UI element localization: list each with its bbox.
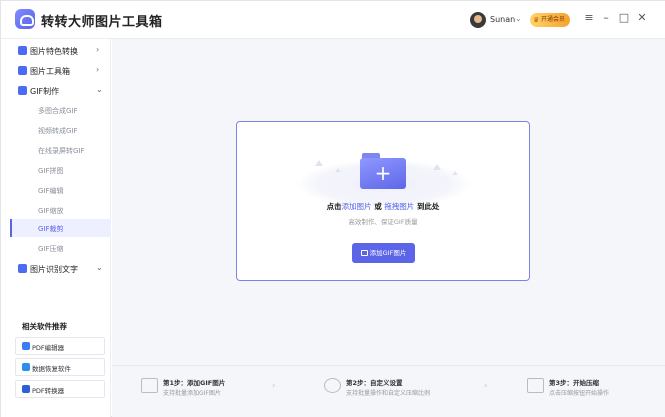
chevron-right-icon: › [484, 381, 488, 391]
pdf-converter-icon [22, 385, 30, 393]
sidebar-subitem-gif-crop[interactable]: GIF裁剪 [10, 219, 111, 237]
recommend-label: 数据恢复软件 [32, 365, 71, 373]
step-title: 第3步：开始压缩 [549, 379, 600, 387]
chevron-right-icon: › [96, 65, 100, 74]
sidebar-item-gif[interactable]: GIF制作 ⌄ [1, 81, 111, 101]
decorative-triangle [315, 160, 323, 166]
sidebar-item-label: 图片识别文字 [30, 265, 78, 274]
sidebar-subitem-label: 视频转成GIF [38, 127, 78, 135]
vip-label: 开通会员 [541, 16, 566, 23]
sidebar-subitem-screen-record-gif[interactable]: 在线录屏转GIF [10, 141, 111, 159]
sidebar-item-image-convert[interactable]: 图片特色转换 › [1, 41, 111, 61]
chevron-right-icon: › [96, 45, 100, 54]
crown-icon: ♛ [533, 16, 540, 24]
decorative-triangle [433, 164, 441, 170]
image-icon [141, 378, 158, 393]
main-content: + 点击添加图片 或 拖拽图片 到此处 高效制作、保证GIF质量 添加GIF图片 [112, 39, 665, 365]
app-logo-icon [15, 9, 35, 29]
drag-image-link[interactable]: 拖拽图片 [384, 202, 414, 211]
recommend-label: PDF转换器 [32, 387, 65, 395]
chevron-right-icon: › [272, 381, 276, 391]
text-recognition-icon [18, 264, 27, 273]
upload-suffix: 到此处 [416, 202, 440, 211]
upload-subtitle: 高效制作、保证GIF质量 [348, 218, 418, 226]
gif-icon [18, 86, 27, 95]
sidebar: 图片特色转换 › 图片工具箱 › GIF制作 ⌄ 多图合成GIF 视频转成GIF… [1, 39, 111, 417]
sidebar-subitem-label: GIF压缩 [38, 245, 64, 253]
sidebar-item-toolbox[interactable]: 图片工具箱 › [1, 61, 111, 81]
pdf-editor-icon [22, 342, 30, 350]
sidebar-subitem-label: GIF缩放 [38, 207, 64, 215]
sidebar-subitem-label: GIF裁剪 [38, 225, 64, 233]
sidebar-subitem-gif-edit[interactable]: GIF编辑 [10, 181, 111, 199]
recommend-pdf-editor[interactable]: PDF编辑器 [15, 337, 105, 355]
title-bar: 转转大师图片工具箱 Sunan ⌄ ♛ 开通会员 ≡ – □ ✕ [1, 1, 665, 39]
compress-icon [527, 378, 544, 393]
upload-or: 或 [374, 202, 382, 211]
sidebar-subitem-multi-to-gif[interactable]: 多图合成GIF [10, 101, 111, 119]
upload-instruction: 点击添加图片 或 拖拽图片 到此处 [237, 201, 529, 212]
maximize-icon[interactable]: □ [617, 11, 631, 24]
sidebar-subitem-label: 多图合成GIF [38, 107, 78, 115]
add-image-link[interactable]: 添加图片 [342, 202, 372, 211]
sidebar-subitem-label: 在线录屏转GIF [38, 147, 85, 155]
app-window: 转转大师图片工具箱 Sunan ⌄ ♛ 开通会员 ≡ – □ ✕ 图片特色转换 … [0, 0, 665, 417]
username[interactable]: Sunan [490, 15, 515, 24]
sidebar-subitem-gif-compress[interactable]: GIF压缩 [10, 239, 111, 257]
settings-icon [324, 378, 341, 393]
app-title: 转转大师图片工具箱 [41, 15, 163, 30]
upload-drop-zone[interactable]: + 点击添加图片 或 拖拽图片 到此处 高效制作、保证GIF质量 添加GIF图片 [236, 121, 530, 281]
chevron-down-icon: ⌄ [96, 263, 103, 272]
steps-bar: 第1步：添加GIF图片 支持批量添加GIF图片 › 第2步：自定义设置 支持批量… [112, 365, 665, 417]
step-desc: 支持批量添加GIF图片 [163, 390, 221, 397]
user-avatar[interactable] [470, 12, 486, 28]
step-title: 第1步：添加GIF图片 [163, 379, 226, 387]
minimize-icon[interactable]: – [599, 11, 613, 24]
add-gif-button-label: 添加GIF图片 [369, 249, 407, 257]
data-recovery-icon [22, 363, 30, 371]
add-gif-button[interactable]: 添加GIF图片 [352, 243, 415, 263]
sidebar-item-label: 图片特色转换 [30, 47, 78, 56]
sidebar-subitem-video-to-gif[interactable]: 视频转成GIF [10, 121, 111, 139]
sidebar-subitem-gif-collage[interactable]: GIF拼图 [10, 161, 111, 179]
step-desc: 点击压缩按钮开始操作 [549, 390, 610, 397]
sidebar-item-label: GIF制作 [30, 87, 60, 96]
recommend-pdf-converter[interactable]: PDF转换器 [15, 380, 105, 398]
folder-add-icon[interactable]: + [360, 153, 406, 189]
sidebar-subitem-label: GIF编辑 [38, 187, 64, 195]
sidebar-item-label: 图片工具箱 [30, 67, 70, 76]
toolbox-icon [18, 66, 27, 75]
sidebar-subitem-gif-resize[interactable]: GIF缩放 [10, 201, 111, 219]
recommend-label: PDF编辑器 [32, 344, 65, 352]
sidebar-item-text-recognition[interactable]: 图片识别文字 ⌄ [1, 259, 111, 279]
decorative-triangle [335, 167, 341, 173]
chevron-down-icon[interactable]: ⌄ [515, 14, 522, 23]
step-desc: 支持批量操作和自定义压缩比例 [346, 390, 431, 397]
vip-button[interactable]: ♛ 开通会员 [530, 13, 570, 27]
recommend-data-recovery[interactable]: 数据恢复软件 [15, 358, 105, 376]
decorative-triangle [452, 170, 458, 176]
close-icon[interactable]: ✕ [635, 11, 649, 24]
upload-prefix: 点击 [326, 202, 342, 211]
image-convert-icon [18, 46, 27, 55]
sidebar-subitem-label: GIF拼图 [38, 167, 64, 175]
menu-icon[interactable]: ≡ [582, 11, 596, 24]
chevron-down-icon: ⌄ [96, 85, 103, 94]
image-icon [360, 250, 368, 256]
recommend-title: 相关软件推荐 [22, 322, 67, 331]
step-title: 第2步：自定义设置 [346, 379, 403, 387]
